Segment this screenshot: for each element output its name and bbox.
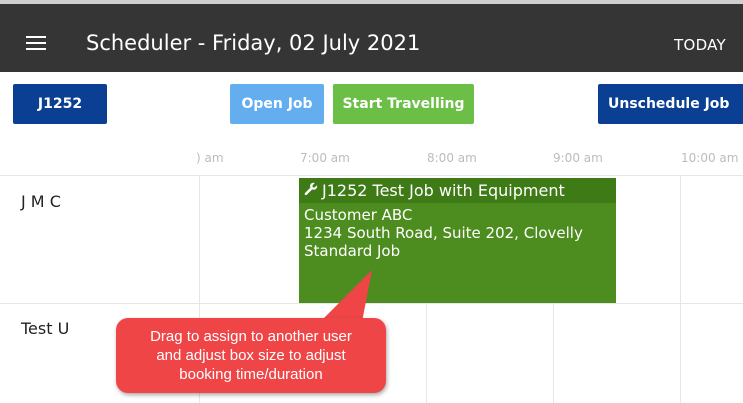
time-label: 7:00 am — [300, 151, 350, 165]
time-label: 10:00 am — [681, 151, 739, 165]
hamburger-menu-icon[interactable] — [26, 36, 46, 50]
job-number-button[interactable]: J1252 — [13, 84, 107, 124]
grid-line — [680, 175, 681, 403]
user-row-label: Test U — [21, 319, 70, 338]
time-label: 8:00 am — [427, 151, 477, 165]
grid-line — [0, 175, 743, 176]
unschedule-job-button[interactable]: Unschedule Job — [598, 84, 743, 124]
today-button[interactable]: TODAY — [674, 36, 726, 54]
booking-job-type: Standard Job — [304, 242, 401, 260]
instruction-callout: Drag to assign to another user and adjus… — [116, 318, 386, 393]
booking-customer: Customer ABC — [304, 206, 413, 224]
page-title: Scheduler - Friday, 02 July 2021 — [86, 31, 421, 55]
time-label: 9:00 am — [553, 151, 603, 165]
booking-address: 1234 South Road, Suite 202, Clovelly — [304, 224, 583, 242]
callout-line: Drag to assign to another user — [150, 328, 352, 345]
user-row-label: J M C — [21, 192, 61, 211]
callout-line: booking time/duration — [179, 366, 323, 383]
booking-title: J1252 Test Job with Equipment — [322, 181, 565, 200]
wrench-icon — [304, 178, 318, 204]
time-label: ) am — [196, 151, 224, 165]
app-header: Scheduler - Friday, 02 July 2021 TODAY — [0, 0, 743, 72]
start-travelling-button[interactable]: Start Travelling — [333, 84, 474, 124]
callout-line: and adjust box size to adjust — [156, 347, 346, 364]
grid-line — [553, 303, 554, 403]
open-job-button[interactable]: Open Job — [230, 84, 324, 124]
grid-line — [426, 303, 427, 403]
booking-header: J1252 Test Job with Equipment — [299, 178, 616, 203]
booking-block[interactable]: J1252 Test Job with Equipment Customer A… — [299, 178, 616, 303]
grid-line — [0, 303, 743, 304]
